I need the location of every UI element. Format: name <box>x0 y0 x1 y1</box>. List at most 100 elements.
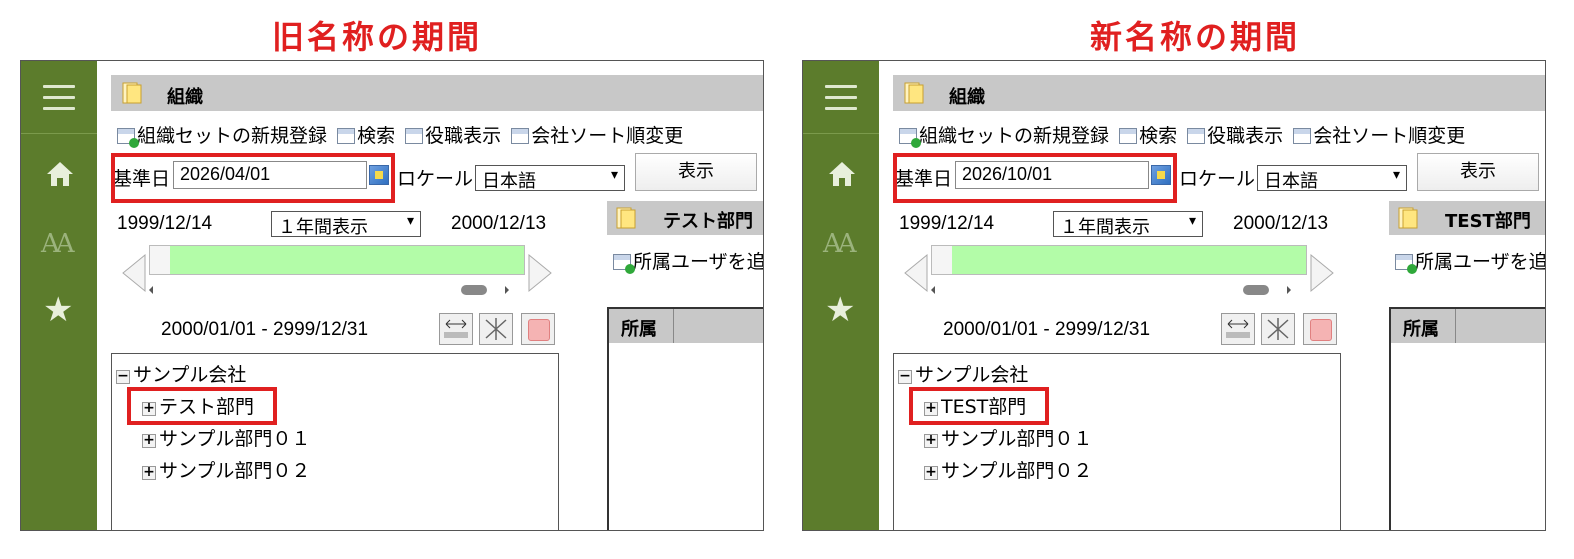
hamburger-menu-icon[interactable] <box>43 85 75 118</box>
dept-title: TEST部門 <box>1445 211 1531 232</box>
add-user-link[interactable]: 所属ユーザを追 <box>613 247 763 274</box>
home-icon[interactable] <box>827 159 857 189</box>
right-dept-panel: テスト部門 所属ユーザを追 所属 <box>607 197 763 530</box>
role-display-link[interactable]: 役職表示 <box>405 125 503 147</box>
slider-range-fill <box>170 246 524 274</box>
range-end-date: 2000/12/13 <box>451 213 547 234</box>
locale-select[interactable]: 日本語 ▾ <box>1257 165 1407 192</box>
title-bar: 組織 <box>893 75 1545 111</box>
base-date-highlight <box>111 153 395 203</box>
company-sort-link[interactable]: 会社ソート順変更 <box>1293 125 1467 147</box>
new-org-set-link[interactable]: 組織セットの新規登録 <box>117 125 329 148</box>
window-icon <box>511 128 530 144</box>
folder-icon <box>122 82 142 104</box>
dept-title: テスト部門 <box>663 211 753 232</box>
favorite-star-icon[interactable]: ★ <box>825 293 855 327</box>
date-range-slider[interactable] <box>931 245 1307 275</box>
range-select[interactable]: １年間表示 ▾ <box>1053 211 1203 238</box>
scroll-left-arrow-icon[interactable] <box>121 253 147 293</box>
search-link[interactable]: 検索 <box>337 125 397 147</box>
dept-title-bar: TEST部門 <box>1389 201 1545 235</box>
expand-icon[interactable]: + <box>142 465 156 480</box>
window-icon <box>1119 128 1138 144</box>
folder-icon <box>616 207 636 229</box>
date-range-slider[interactable] <box>149 245 525 275</box>
sidebar: AA ★ <box>21 61 97 530</box>
expand-width-icon[interactable] <box>1221 313 1255 345</box>
expand-icon[interactable]: + <box>924 433 938 448</box>
home-icon[interactable] <box>45 159 75 189</box>
tree-item-sample02[interactable]: + サンプル部門０２ <box>142 456 310 483</box>
toolbar: 組織セットの新規登録 検索 役職表示 会社ソート順変更 <box>899 121 1469 148</box>
org-screen-old: AA ★ 組織 組織セットの新規登録 検索 役職表示 会社ソート順変更 基準日 … <box>20 60 764 531</box>
add-icon <box>117 128 139 148</box>
chevron-down-icon: ▾ <box>1392 167 1400 183</box>
search-link[interactable]: 検索 <box>1119 125 1179 147</box>
locale-label: ロケール <box>1179 168 1256 190</box>
add-icon <box>899 128 921 148</box>
tree-root[interactable]: − サンプル会社 <box>116 360 246 387</box>
add-icon <box>613 254 635 274</box>
company-sort-link[interactable]: 会社ソート順変更 <box>511 125 685 147</box>
range-select[interactable]: １年間表示 ▾ <box>271 211 421 238</box>
tree-item-sample01[interactable]: + サンプル部門０１ <box>924 424 1092 451</box>
grid-header-affiliation: 所属 <box>621 319 657 340</box>
tree-root[interactable]: − サンプル会社 <box>898 360 1028 387</box>
font-size-icon[interactable]: AA <box>41 229 75 259</box>
page-title: 組織 <box>949 87 985 108</box>
split-view-icon[interactable] <box>479 313 513 345</box>
display-button[interactable]: 表示 <box>635 153 757 191</box>
display-button[interactable]: 表示 <box>1417 153 1539 191</box>
locale-select[interactable]: 日本語 ▾ <box>475 165 625 192</box>
add-user-link[interactable]: 所属ユーザを追 <box>1395 247 1545 274</box>
collapse-icon[interactable]: − <box>898 369 912 384</box>
timeline-scrollbar[interactable] <box>149 283 525 297</box>
dept-name-highlight <box>127 387 277 425</box>
period-range-text: 2000/01/01 - 2999/12/31 <box>161 319 369 340</box>
timeline-scrollbar[interactable] <box>931 283 1307 297</box>
font-size-icon[interactable]: AA <box>823 229 857 259</box>
tree-item-sample01[interactable]: + サンプル部門０１ <box>142 424 310 451</box>
dept-title-bar: テスト部門 <box>607 201 763 235</box>
hamburger-menu-icon[interactable] <box>825 85 857 118</box>
add-icon <box>1395 254 1417 274</box>
window-icon <box>1293 128 1312 144</box>
scroll-right-arrow-icon[interactable] <box>1309 253 1335 293</box>
period-range-text: 2000/01/01 - 2999/12/31 <box>943 319 1151 340</box>
slider-range-fill <box>952 246 1306 274</box>
base-date-highlight <box>893 153 1177 203</box>
range-start-date: 1999/12/14 <box>117 213 213 234</box>
org-screen-new: AA ★ 組織 組織セットの新規登録 検索 役職表示 会社ソート順変更 基準日 … <box>802 60 1546 531</box>
favorite-star-icon[interactable]: ★ <box>43 293 73 327</box>
dept-name-highlight <box>909 387 1049 425</box>
chevron-down-icon: ▾ <box>406 213 414 229</box>
page-title: 組織 <box>167 87 203 108</box>
range-start-date: 1999/12/14 <box>899 213 995 234</box>
sidebar: AA ★ <box>803 61 879 530</box>
title-bar: 組織 <box>111 75 763 111</box>
chevron-down-icon: ▾ <box>610 167 618 183</box>
caption-new-name-period: 新名称の期間 <box>1090 18 1301 56</box>
grid-header-affiliation: 所属 <box>1403 319 1439 340</box>
caption-old-name-period: 旧名称の期間 <box>272 18 483 56</box>
folder-icon <box>904 82 924 104</box>
expand-icon[interactable]: + <box>142 433 156 448</box>
split-view-icon[interactable] <box>1261 313 1295 345</box>
toolbar: 組織セットの新規登録 検索 役職表示 会社ソート順変更 <box>117 121 687 148</box>
scroll-right-arrow-icon[interactable] <box>527 253 553 293</box>
member-grid: 所属 <box>1389 307 1545 530</box>
folder-icon <box>1398 207 1418 229</box>
tree-item-sample02[interactable]: + サンプル部門０２ <box>924 456 1092 483</box>
main-content: 組織 組織セットの新規登録 検索 役職表示 会社ソート順変更 基準日 2026/… <box>97 61 763 530</box>
stop-icon[interactable] <box>1303 313 1337 345</box>
expand-icon[interactable]: + <box>924 465 938 480</box>
new-org-set-link[interactable]: 組織セットの新規登録 <box>899 125 1111 148</box>
org-tree: − サンプル会社 + テスト部門 + サンプル部門０１ + サンプル部門０２ <box>111 353 559 530</box>
stop-icon[interactable] <box>521 313 555 345</box>
main-content: 組織 組織セットの新規登録 検索 役職表示 会社ソート順変更 基準日 2026/… <box>879 61 1545 530</box>
scroll-left-arrow-icon[interactable] <box>903 253 929 293</box>
expand-width-icon[interactable] <box>439 313 473 345</box>
collapse-icon[interactable]: − <box>116 369 130 384</box>
right-dept-panel: TEST部門 所属ユーザを追 所属 <box>1389 197 1545 530</box>
role-display-link[interactable]: 役職表示 <box>1187 125 1285 147</box>
